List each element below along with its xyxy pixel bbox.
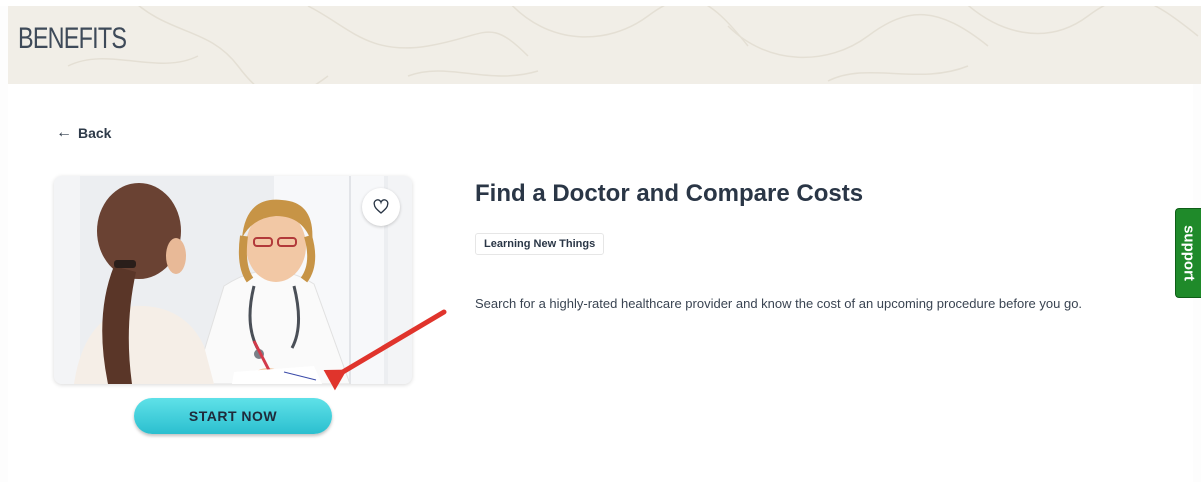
back-link[interactable]: ← Back bbox=[56, 124, 111, 142]
support-label: support bbox=[1180, 225, 1198, 281]
support-tab[interactable]: support bbox=[1175, 208, 1201, 298]
benefit-title: Find a Doctor and Compare Costs bbox=[475, 180, 864, 207]
back-label: Back bbox=[78, 125, 112, 141]
favorite-button[interactable] bbox=[362, 188, 400, 226]
arrow-left-icon: ← bbox=[56, 124, 72, 141]
benefit-detail: ← Back START NOW Find a Doctor and Compa… bbox=[8, 84, 1193, 482]
banner-pattern bbox=[67, 6, 1199, 84]
benefits-banner: BENEFITS bbox=[8, 6, 1201, 84]
heart-outline-icon bbox=[373, 199, 389, 214]
benefit-card bbox=[54, 176, 412, 384]
benefit-description: Search for a highly-rated healthcare pro… bbox=[475, 296, 1083, 311]
page: BENEFITS ← Back START NOW Find a Doctor … bbox=[0, 0, 1201, 482]
category-tag: Learning New Things bbox=[475, 233, 605, 255]
doctor-photo bbox=[54, 176, 412, 384]
page-title: BENEFITS bbox=[18, 22, 127, 55]
start-now-button[interactable]: START NOW bbox=[134, 398, 332, 434]
